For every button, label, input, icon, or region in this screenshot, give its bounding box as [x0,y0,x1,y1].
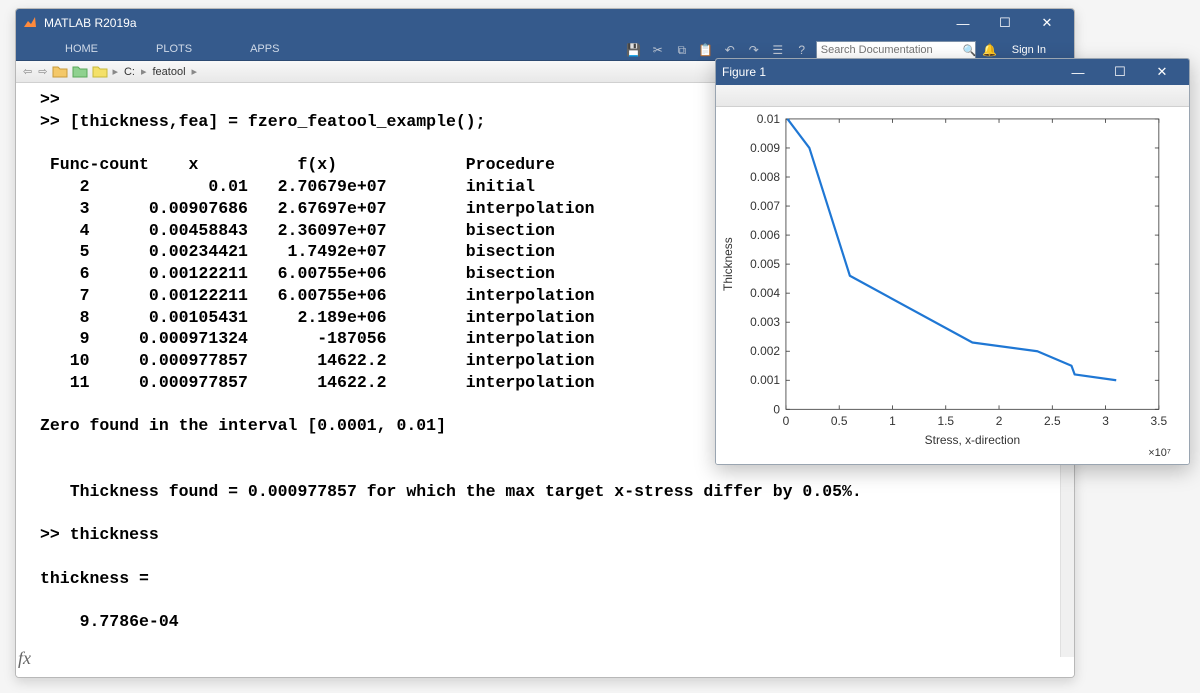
folder-up-icon[interactable] [92,64,108,80]
tab-home[interactable]: HOME [36,38,127,60]
fx-function-icon[interactable]: fx [18,648,31,669]
cut-icon[interactable]: ✂ [648,40,668,60]
undo-icon[interactable]: ↶ [720,40,740,60]
nav-back-icon[interactable]: ⇦ [20,65,35,78]
search-input[interactable] [821,44,963,56]
sign-in-link[interactable]: Sign In [1004,44,1054,56]
svg-text:0.006: 0.006 [750,228,780,242]
svg-text:0.01: 0.01 [757,112,781,126]
svg-text:2.5: 2.5 [1044,414,1061,428]
tab-plots[interactable]: PLOTS [127,38,221,60]
svg-text:3.5: 3.5 [1151,414,1168,428]
svg-text:0.008: 0.008 [750,170,780,184]
svg-text:0.5: 0.5 [831,414,848,428]
figure-title: Figure 1 [722,65,1057,79]
svg-text:×10⁷: ×10⁷ [1148,447,1171,459]
svg-text:0: 0 [773,402,780,416]
figure-close-button[interactable]: ✕ [1141,58,1183,86]
title-bar: MATLAB R2019a — ☐ ✕ [16,9,1074,37]
svg-text:Thickness: Thickness [721,237,735,291]
breadcrumb-sep: ▸ [139,65,149,78]
redo-icon[interactable]: ↷ [744,40,764,60]
nav-forward-icon[interactable]: ⇨ [35,65,50,78]
svg-text:Stress, x-direction: Stress, x-direction [925,433,1020,447]
window-title: MATLAB R2019a [44,16,942,30]
figure-window-controls: — ☐ ✕ [1057,58,1183,86]
close-button[interactable]: ✕ [1026,9,1068,37]
save-icon[interactable]: 💾 [624,40,644,60]
search-documentation[interactable]: 🔍 [816,41,976,60]
svg-text:0.003: 0.003 [750,315,780,329]
breadcrumb-sep: ▸ [110,65,120,78]
window-controls: — ☐ ✕ [942,9,1068,37]
paste-icon[interactable]: 📋 [696,40,716,60]
svg-text:1: 1 [889,414,896,428]
figure-maximize-button[interactable]: ☐ [1099,58,1141,86]
folder-new-icon[interactable] [52,64,68,80]
breadcrumb-sep: ▸ [190,65,200,78]
chart-area[interactable]: 0 0.001 0.002 0.003 0.004 0.005 0.006 0.007 0.00… [716,107,1189,464]
svg-text:0: 0 [783,414,790,428]
svg-text:1.5: 1.5 [937,414,954,428]
folder-open-icon[interactable] [72,64,88,80]
svg-text:2: 2 [996,414,1003,428]
figure-title-bar: Figure 1 — ☐ ✕ [716,59,1189,85]
svg-text:0.005: 0.005 [750,257,780,271]
svg-text:0.007: 0.007 [750,199,780,213]
svg-text:0.009: 0.009 [750,141,780,155]
tab-apps[interactable]: APPS [221,38,308,60]
svg-text:0.004: 0.004 [750,286,780,300]
svg-text:0.002: 0.002 [750,344,780,358]
notification-icon[interactable]: 🔔 [980,40,1000,60]
search-icon[interactable]: 🔍 [963,44,977,57]
line-chart: 0 0.001 0.002 0.003 0.004 0.005 0.006 0.007 0.00… [716,107,1189,464]
figure-toolbar [716,85,1189,107]
matlab-logo-icon [22,15,38,31]
svg-text:0.001: 0.001 [750,373,780,387]
maximize-button[interactable]: ☐ [984,9,1026,37]
minimize-button[interactable]: — [942,9,984,37]
figure-window: Figure 1 — ☐ ✕ 0 0.001 0.002 0.003 0.004 0.00… [715,58,1190,465]
svg-text:3: 3 [1102,414,1109,428]
breadcrumb-drive[interactable]: C: [120,66,139,78]
copy-icon[interactable]: ⧉ [672,40,692,60]
figure-minimize-button[interactable]: — [1057,58,1099,86]
layout-icon[interactable]: ☰ [768,40,788,60]
help-icon[interactable]: ? [792,40,812,60]
breadcrumb-folder[interactable]: featool [149,66,190,78]
